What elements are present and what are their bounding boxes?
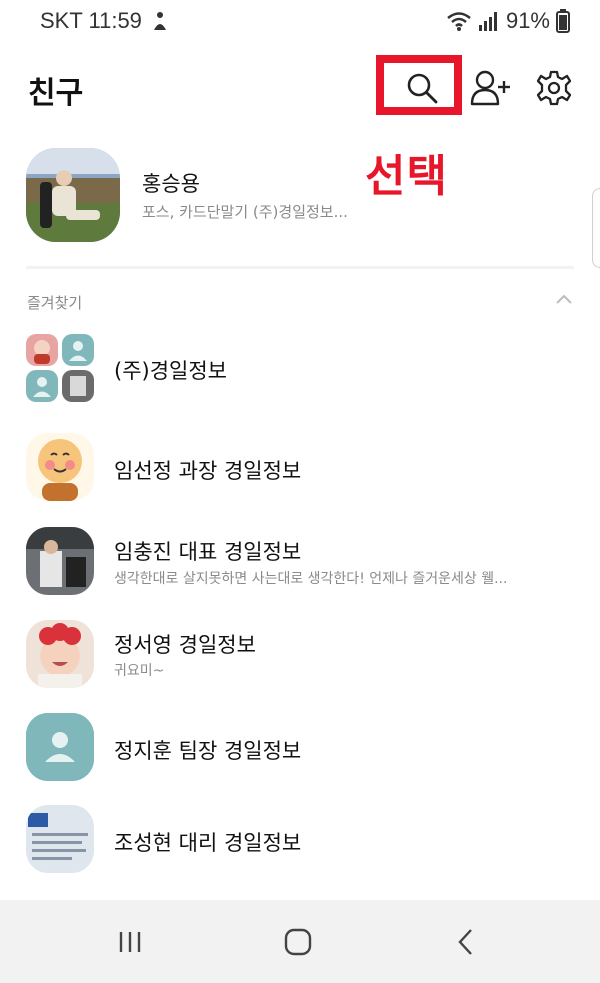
wifi-icon: [447, 12, 471, 31]
friend-status: 귀요미~: [114, 663, 165, 679]
default-person-icon: [26, 713, 94, 781]
highlight-box: [376, 55, 462, 115]
add-friend-icon: [470, 70, 510, 106]
profile-photo: [26, 148, 120, 242]
recent-apps-icon: [119, 932, 141, 952]
friend-name: 조성현 대리 경일정보: [114, 831, 302, 855]
group-avatar-tiles: [26, 334, 94, 402]
favorites-header: 즐겨찾기: [27, 294, 83, 312]
recent-apps-button[interactable]: [106, 922, 154, 962]
friend-status: 생각한대로 살지못하면 사는대로 생각한다! 언제나 즐거운세상 웰...: [114, 571, 508, 587]
battery-icon: [556, 9, 570, 33]
page-title: 친구: [28, 76, 84, 111]
home-button[interactable]: [274, 922, 322, 962]
back-icon: [458, 929, 472, 955]
system-nav-bar: [0, 900, 600, 983]
my-profile[interactable]: 홍승용 포스, 카드단말기 (주)경일정보...: [0, 145, 600, 245]
carrier-time: SKT 11:59: [40, 8, 142, 33]
friend-name: 정서영 경일정보: [114, 633, 256, 657]
friend-avatar: [26, 620, 94, 688]
baby-photo-avatar: [26, 620, 94, 688]
battery-percent: 91%: [505, 8, 550, 33]
status-right: 91%: [446, 8, 570, 34]
edge-panel-handle[interactable]: [592, 188, 600, 268]
my-profile-name: 홍승용: [142, 172, 200, 196]
character-avatar: [26, 433, 94, 501]
business-card-avatar: [26, 805, 94, 873]
my-profile-status: 포스, 카드단말기 (주)경일정보...: [142, 203, 348, 221]
back-button[interactable]: [442, 922, 490, 962]
gear-icon: [536, 70, 572, 106]
friend-avatar: [26, 805, 94, 873]
friend-avatar: [26, 527, 94, 595]
my-profile-avatar[interactable]: [26, 148, 120, 242]
photo-avatar: [26, 527, 94, 595]
friend-name: (주)경일정보: [114, 359, 227, 383]
notification-icon: [153, 12, 166, 30]
friend-name: 정지훈 팀장 경일정보: [114, 739, 302, 763]
group-avatar: [26, 334, 94, 402]
friend-avatar: [26, 713, 94, 781]
friend-avatar: [26, 433, 94, 501]
home-icon: [284, 928, 312, 956]
status-left: SKT 11:59: [40, 8, 170, 34]
add-friend-button[interactable]: [466, 64, 514, 112]
app-header: 친구: [0, 60, 600, 120]
friend-name: 임선정 과장 경일정보: [114, 459, 302, 483]
section-divider: [26, 266, 574, 269]
friend-name: 임충진 대표 경일정보: [114, 540, 302, 564]
chevron-up-icon[interactable]: [554, 292, 574, 306]
signal-icon: [478, 12, 497, 31]
status-bar: SKT 11:59 91%: [0, 0, 600, 42]
settings-button[interactable]: [530, 64, 578, 112]
